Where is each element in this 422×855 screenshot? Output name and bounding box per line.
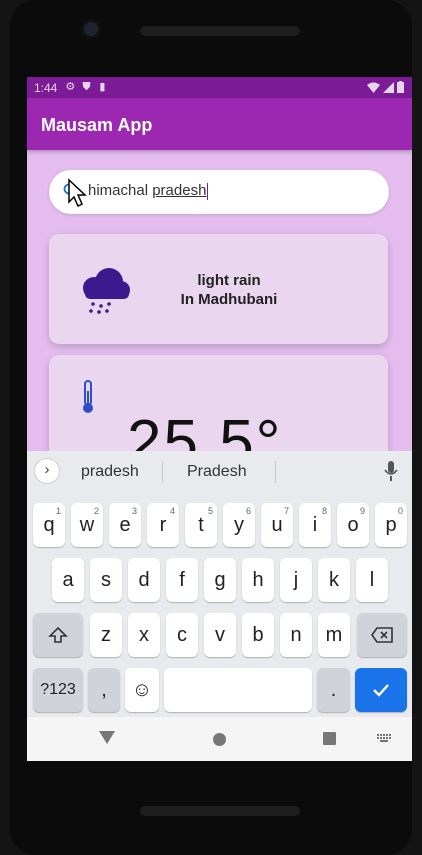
key-i[interactable]: 8i [299,503,331,547]
key-label: u [271,514,283,536]
key-label: r [159,514,167,536]
suggestion-strip: › pradesh Pradesh [27,451,412,493]
settings-icon: ⚙ [65,81,76,93]
key-j[interactable]: j [280,558,312,602]
key-n[interactable]: n [280,613,312,657]
battery-icon [397,81,404,93]
key-z[interactable]: z [90,613,122,657]
key-number-hint: 3 [131,506,137,516]
signal-icon [383,81,394,93]
app-title: Mausam App [41,115,153,135]
key-label: w [79,514,95,536]
key-l[interactable]: l [356,558,388,602]
key-b[interactable]: b [242,613,274,657]
search-value-prefix: himachal [88,182,153,199]
text-caret [207,182,209,200]
key-d[interactable]: d [128,558,160,602]
search-value-composing: pradesh [152,182,207,199]
key-label: t [198,514,204,536]
key-t[interactable]: 5t [185,503,217,547]
key-s[interactable]: s [90,558,122,602]
microphone-icon[interactable] [384,460,398,482]
suggestion-divider [162,461,163,483]
key-v[interactable]: v [204,613,236,657]
key-number-hint: 8 [321,506,327,516]
mouse-cursor-icon [68,178,87,208]
screen: 1:44 ⚙ ⛊ ▮ Mausam App himachal pradesh l… [27,77,412,761]
key-k[interactable]: k [318,558,350,602]
key-label: p [385,514,397,536]
soft-keyboard: › pradesh Pradesh 1q2w3e4r5t6y7u8i9o0p a… [27,451,412,717]
weather-card: light rain In Madhubani [49,234,388,344]
app-bar: Mausam App [27,98,412,150]
sim-card-icon: ▮ [99,81,106,93]
space-key[interactable] [164,668,312,712]
wifi-icon [367,82,380,93]
system-nav-bar [27,717,412,761]
key-number-hint: 2 [93,506,99,516]
key-y[interactable]: 6y [223,503,255,547]
emoji-icon: ☺ [131,679,153,701]
key-label: o [347,514,359,536]
enter-key[interactable] [355,668,407,712]
bottom-speaker [140,806,300,816]
emoji-key[interactable]: ☺ [125,668,159,712]
recents-icon[interactable] [323,732,336,745]
key-g[interactable]: g [204,558,236,602]
status-bar: 1:44 ⚙ ⛊ ▮ [27,77,412,98]
key-number-hint: 5 [207,506,213,516]
key-f[interactable]: f [166,558,198,602]
status-time: 1:44 [34,80,58,95]
key-label: y [234,514,244,536]
key-h[interactable]: h [242,558,274,602]
key-a[interactable]: a [52,558,84,602]
chevron-right-icon[interactable]: › [34,458,60,484]
search-input[interactable]: himachal pradesh [49,170,389,214]
period-key[interactable]: . [317,668,350,712]
backspace-key[interactable] [357,613,407,657]
key-label: i [312,514,318,536]
thermometer-icon [83,380,93,413]
suggestion-divider [275,461,276,483]
key-w[interactable]: 2w [71,503,103,547]
shift-icon [48,626,68,643]
key-label: e [119,514,131,536]
key-r[interactable]: 4r [147,503,179,547]
keyboard-switcher-icon[interactable] [377,734,393,743]
key-number-hint: 4 [169,506,175,516]
rain-cloud-icon [83,268,130,314]
checkmark-icon [373,684,389,697]
key-x[interactable]: x [128,613,160,657]
key-number-hint: 9 [359,506,365,516]
home-icon[interactable] [213,733,226,746]
key-o[interactable]: 9o [337,503,369,547]
key-m[interactable]: m [318,613,350,657]
weather-location: In Madhubani [180,291,278,308]
key-p[interactable]: 0p [375,503,407,547]
front-camera [84,22,98,36]
key-u[interactable]: 7u [261,503,293,547]
top-speaker [140,26,300,36]
suggestion-2[interactable]: Pradesh [187,463,247,481]
suggestion-1[interactable]: pradesh [81,463,139,481]
key-number-hint: 7 [283,506,289,516]
key-label: q [43,514,55,536]
search-value[interactable]: himachal pradesh [88,182,209,200]
back-icon[interactable] [99,731,115,744]
shift-key[interactable] [33,613,83,657]
weather-condition: light rain [197,272,261,289]
key-number-hint: 1 [55,506,61,516]
symbols-key[interactable]: ?123 [33,668,83,712]
shield-icon: ⛊ [82,81,91,93]
key-number-hint: 6 [245,506,251,516]
key-q[interactable]: 1q [33,503,65,547]
key-e[interactable]: 3e [109,503,141,547]
backspace-icon [371,627,393,643]
key-number-hint: 0 [397,506,403,516]
comma-key[interactable]: , [88,668,120,712]
key-c[interactable]: c [166,613,198,657]
